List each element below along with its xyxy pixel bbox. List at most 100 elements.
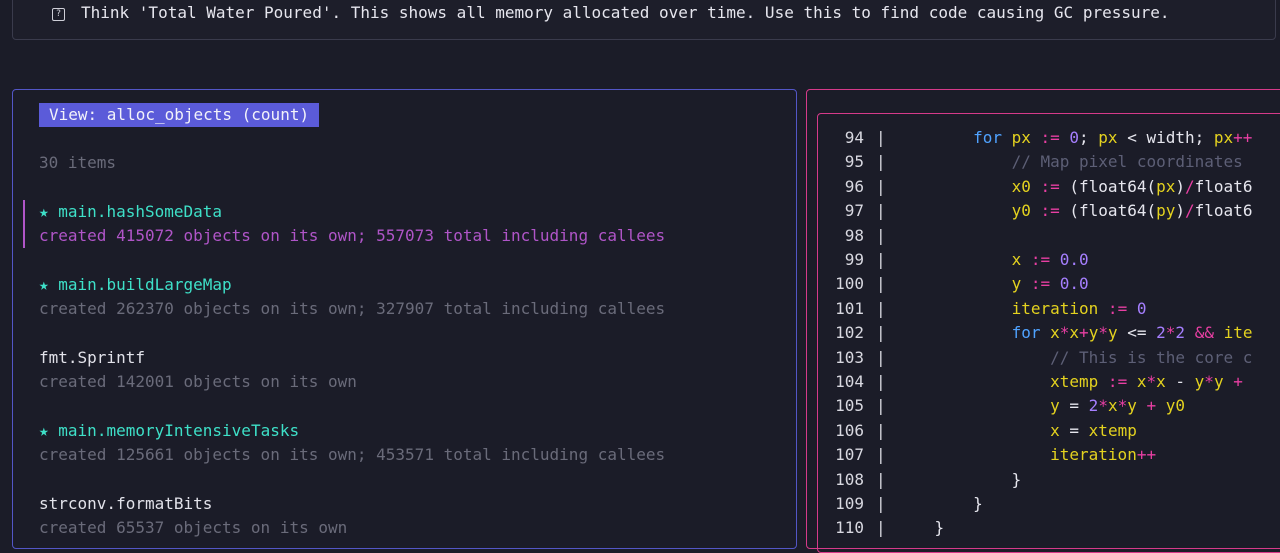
- gutter-separator: |: [876, 128, 886, 147]
- line-number: 95: [844, 152, 864, 172]
- line-number: 102: [835, 323, 864, 343]
- gutter-separator: |: [876, 250, 886, 269]
- code-token: :=: [1098, 298, 1137, 318]
- code-token: y: [1213, 372, 1224, 391]
- source-text: }: [896, 468, 1022, 492]
- line-number: 110: [835, 518, 864, 538]
- code-token: py: [1156, 201, 1176, 221]
- line-number: 104: [835, 372, 864, 391]
- code-token: y: [1011, 274, 1022, 294]
- code-token: }: [1011, 469, 1022, 489]
- code-token: *: [1098, 396, 1108, 416]
- code-token: 2: [1156, 323, 1166, 343]
- code-token: :=: [1098, 372, 1137, 391]
- code-token: =: [1059, 396, 1089, 416]
- tip-banner: ? Think 'Total Water Poured'. This shows…: [12, 0, 1276, 40]
- code-token: y: [1050, 396, 1060, 416]
- code-token: -: [1165, 372, 1195, 391]
- code-token: (: [1146, 201, 1157, 221]
- code-token: x: [1050, 323, 1060, 343]
- tip-text: Think 'Total Water Poured'. This shows a…: [81, 3, 1170, 22]
- list-item[interactable]: fmt.Sprintf created 142001 objects on its…: [39, 346, 357, 394]
- code-token: *: [1059, 323, 1070, 343]
- item-count: 30 items: [39, 153, 117, 172]
- function-name-text: main.memoryIntensiveTasks: [58, 421, 300, 440]
- list-item[interactable]: ★ main.memoryIntensiveTasks created 12566…: [39, 419, 665, 467]
- star-icon: ★: [39, 275, 49, 294]
- source-text: y = 2*x*y + y0: [896, 394, 1185, 418]
- list-item[interactable]: ★ main.buildLargeMap created 262370 objec…: [39, 273, 665, 321]
- code-token: ): [1175, 201, 1186, 221]
- code-token: for: [973, 128, 1012, 147]
- line-number: 108: [835, 469, 864, 489]
- line-number: 106: [835, 420, 864, 440]
- star-icon: ★: [39, 421, 49, 440]
- source-text: x = xtemp: [896, 419, 1137, 443]
- code-token: iteration: [1011, 298, 1099, 318]
- code-token: px: [1213, 128, 1234, 147]
- source-text: }: [896, 516, 945, 540]
- gutter-separator: |: [876, 469, 886, 489]
- code-token: x: [1107, 396, 1118, 416]
- code-token: 0.0: [1059, 250, 1089, 269]
- source-text: }: [896, 492, 983, 516]
- function-name: ★ main.hashSomeData: [39, 200, 665, 224]
- code-token: // This is the core c: [1050, 347, 1253, 367]
- gutter-separator: |: [876, 445, 886, 465]
- allocation-description: created 415072 objects on its own; 55707…: [39, 226, 666, 245]
- code-token: *: [1146, 372, 1157, 391]
- gutter-separator: |: [876, 347, 886, 367]
- line-number: 94: [844, 128, 864, 147]
- line-number: 97: [844, 201, 864, 221]
- code-token: &&: [1185, 323, 1224, 343]
- code-token: +: [1223, 372, 1253, 391]
- function-name-text: main.hashSomeData: [58, 202, 223, 221]
- code-token: xtemp: [1088, 420, 1137, 440]
- gutter-separator: |: [876, 420, 886, 440]
- code-token: (: [1069, 201, 1080, 221]
- code-token: ): [1175, 176, 1186, 196]
- code-token: y: [1127, 396, 1137, 416]
- code-token: ++: [1136, 445, 1157, 465]
- source-text: y0 := (float64(py)/float6: [896, 199, 1253, 223]
- code-token: y: [1088, 323, 1099, 343]
- allocation-list-panel[interactable]: View: alloc_objects (count) 30 items ★ m…: [12, 89, 797, 549]
- code-token: float6: [1194, 176, 1253, 196]
- list-item[interactable]: strconv.formatBits created 65537 objects …: [39, 492, 347, 540]
- list-item[interactable]: ★ main.hashSomeData created 415072 object…: [23, 200, 666, 248]
- code-token: x: [1069, 323, 1080, 343]
- gutter-separator: |: [876, 225, 886, 245]
- line-number: 105: [835, 396, 864, 416]
- view-mode-label[interactable]: View: alloc_objects (count): [39, 103, 320, 127]
- code-token: *: [1098, 323, 1108, 343]
- line-number: 109: [835, 494, 864, 513]
- code-token: y: [1194, 372, 1205, 391]
- line-number: 100: [835, 274, 864, 294]
- gutter-separator: |: [876, 298, 886, 318]
- gutter-separator: |: [876, 274, 886, 294]
- code-token: *: [1165, 323, 1176, 343]
- code-token: ;: [1194, 128, 1214, 147]
- code-token: 0: [1136, 298, 1147, 318]
- function-name-text: strconv.formatBits: [39, 494, 213, 513]
- source-text: x0 := (float64(px)/float6: [896, 175, 1253, 199]
- gutter-separator: |: [876, 494, 886, 513]
- line-number: 96: [844, 176, 864, 196]
- code-token: 0.0: [1059, 274, 1089, 294]
- function-name: ★ main.buildLargeMap: [39, 273, 665, 297]
- line-number: 101: [835, 298, 864, 318]
- source-code-view[interactable]: 94 | for px := 0; px < width; px++ 95 | // …: [817, 113, 1280, 553]
- code-token: 2: [1088, 396, 1099, 416]
- code-token: /: [1185, 201, 1195, 221]
- source-text: iteration := 0: [896, 297, 1147, 321]
